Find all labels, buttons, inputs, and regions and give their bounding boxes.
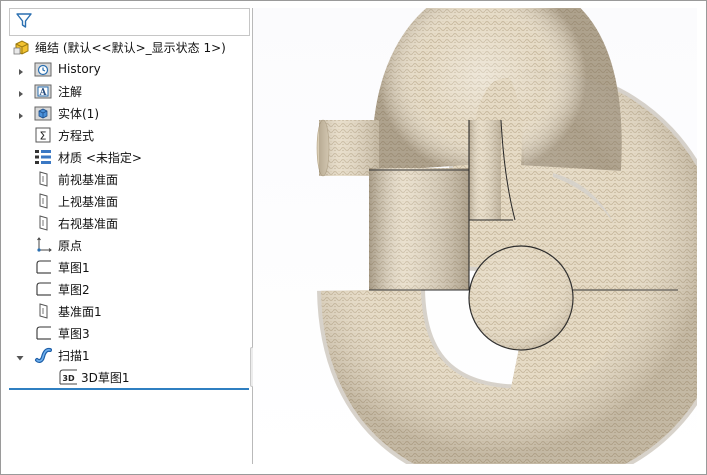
tree-item-label: 注解 xyxy=(58,84,83,99)
svg-text:A: A xyxy=(39,88,48,98)
tree-item-sketch3[interactable]: 草图3 xyxy=(9,322,252,344)
origin-icon xyxy=(34,236,52,254)
expand-arrow-icon[interactable] xyxy=(17,109,25,119)
plane-icon xyxy=(34,192,52,210)
tree-item-label: 前视基准面 xyxy=(58,172,119,187)
solid-bodies-folder-icon xyxy=(34,104,52,122)
tree-item-annotations[interactable]: A 注解 xyxy=(9,80,252,102)
svg-text:Σ: Σ xyxy=(40,130,47,143)
expand-arrow-icon[interactable] xyxy=(17,87,25,97)
tree-item-label: 上视基准面 xyxy=(58,194,119,209)
expand-arrow-icon[interactable] xyxy=(17,65,25,75)
tree-rollback-bar[interactable] xyxy=(9,388,249,390)
sweep-feature-icon xyxy=(34,346,52,364)
tree-item-right-plane[interactable]: 右视基准面 xyxy=(9,212,252,234)
tree-item-equations[interactable]: Σ 方程式 xyxy=(9,124,252,146)
3d-badge-text: 3D xyxy=(62,374,75,383)
sketch-icon xyxy=(34,280,52,298)
tree-item-label: 原点 xyxy=(58,238,83,253)
tree-item-label: 基准面1 xyxy=(58,304,102,319)
3d-sketch-icon: 3D xyxy=(58,368,78,386)
tree-filter-bar[interactable] xyxy=(9,8,250,36)
equations-icon: Σ xyxy=(34,126,52,144)
tree-item-label: 实体(1) xyxy=(58,106,99,121)
tree-item-label: 方程式 xyxy=(58,128,95,143)
tree-item-label: 草图2 xyxy=(58,282,90,297)
collapse-arrow-icon[interactable] xyxy=(16,351,24,361)
plane-icon xyxy=(34,214,52,232)
tree-item-label: 材质 <未指定> xyxy=(58,150,142,165)
tree-item-label: 扫描1 xyxy=(58,348,90,363)
tree-item-plane1[interactable]: 基准面1 xyxy=(9,300,252,322)
tree-item-sketch2[interactable]: 草图2 xyxy=(9,278,252,300)
tree-root-label: 绳结 (默认<<默认>_显示状态 1>) xyxy=(35,40,226,55)
annotation-folder-icon: A xyxy=(34,82,52,100)
part-icon xyxy=(13,38,31,56)
tree-item-sketch1[interactable]: 草图1 xyxy=(9,256,252,278)
tree-item-history[interactable]: History xyxy=(9,58,252,80)
tree-item-label: 右视基准面 xyxy=(58,216,119,231)
sketch-icon xyxy=(34,258,52,276)
sketch-icon xyxy=(34,324,52,342)
tree-item-solid-bodies[interactable]: 实体(1) xyxy=(9,102,252,124)
tree-item-label: 草图1 xyxy=(58,260,90,275)
tree-item-label: History xyxy=(58,62,101,76)
history-folder-icon xyxy=(34,60,52,78)
tree-root-part[interactable]: 绳结 (默认<<默认>_显示状态 1>) xyxy=(9,36,252,58)
feature-manager-tree: 绳结 (默认<<默认>_显示状态 1>) History A 注解 实体(1) … xyxy=(9,8,253,464)
tree-item-top-plane[interactable]: 上视基准面 xyxy=(9,190,252,212)
filter-icon[interactable] xyxy=(15,12,33,34)
material-icon xyxy=(34,148,52,166)
plane-icon xyxy=(34,170,52,188)
tree-item-front-plane[interactable]: 前视基准面 xyxy=(9,168,252,190)
tree-item-origin[interactable]: 原点 xyxy=(9,234,252,256)
tree-item-sweep1[interactable]: 扫描1 xyxy=(9,344,252,366)
tree-item-3d-sketch1[interactable]: 3D 3D草图1 xyxy=(9,366,252,388)
tree-item-label: 草图3 xyxy=(58,326,90,341)
plane-icon xyxy=(34,302,52,320)
tree-item-material[interactable]: 材质 <未指定> xyxy=(9,146,252,168)
tree-item-label: 3D草图1 xyxy=(81,370,130,385)
graphics-viewport[interactable] xyxy=(253,0,707,475)
rope-knot-model xyxy=(316,0,707,475)
